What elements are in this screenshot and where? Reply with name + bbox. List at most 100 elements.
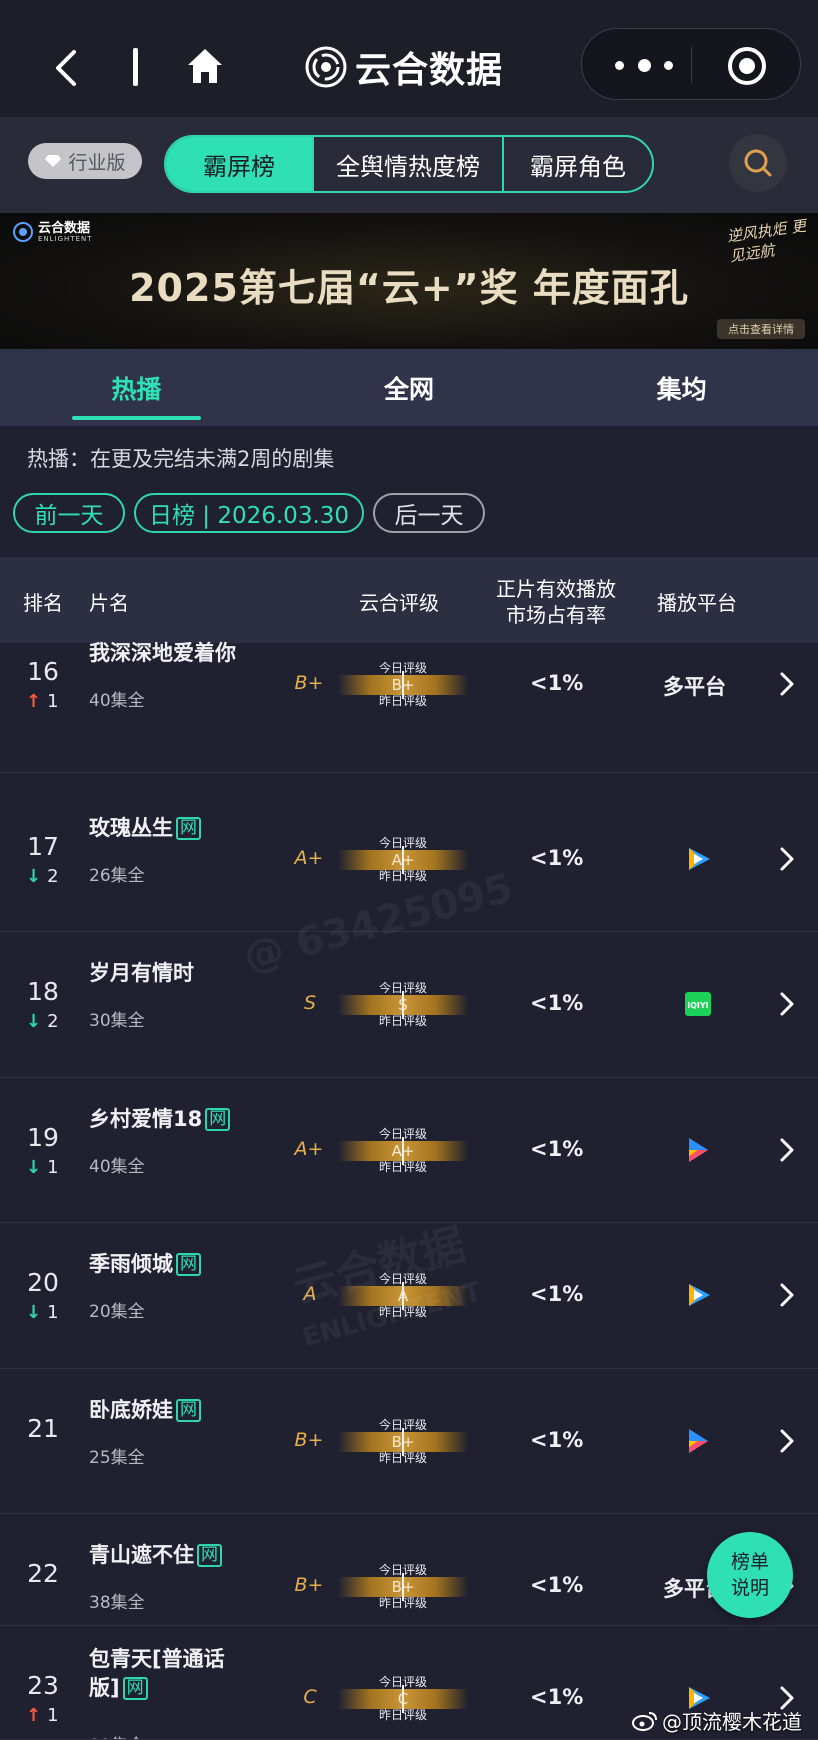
rank-change: ↑ 1 bbox=[26, 1705, 59, 1726]
segment-public-opinion-ranking[interactable]: 全舆情热度榜 bbox=[314, 137, 504, 191]
table-row[interactable]: 22 青山遮不住网 38集全 B+ 今日评级 B+ 昨日评级 <1% 多平台 bbox=[0, 1514, 818, 1626]
drama-title[interactable]: 季雨倾城网 bbox=[89, 1250, 201, 1279]
drama-title[interactable]: 岁月有情时 bbox=[89, 959, 194, 988]
filter-row: 行业版 霸屏榜 全舆情热度榜 霸屏角色 bbox=[0, 117, 818, 213]
episode-count: 20集全 bbox=[89, 1302, 145, 1322]
rank-change-value: 1 bbox=[47, 1302, 59, 1323]
app-title: 云合数据 bbox=[305, 40, 503, 94]
prev-day-button[interactable]: 前一天 bbox=[13, 493, 125, 533]
network-drama-badge: 网 bbox=[176, 1399, 201, 1422]
market-share: <1% bbox=[530, 1282, 584, 1306]
market-share: <1% bbox=[530, 1573, 584, 1597]
table-row[interactable]: 21 卧底娇娃网 25集全 B+ 今日评级 B+ 昨日评级 <1% bbox=[0, 1369, 818, 1514]
youku-icon bbox=[683, 1136, 713, 1164]
table-header: 排名 片名 云合评级 正片有效播放 市场占有率 播放平台 bbox=[0, 557, 818, 643]
episode-count: 38集全 bbox=[89, 1593, 145, 1613]
drama-title-text-line2: 版] bbox=[89, 1676, 120, 1700]
rank-change: ↑ 1 bbox=[26, 691, 59, 712]
drama-title-text: 我深深地爱着你 bbox=[89, 641, 236, 665]
network-drama-badge: 网 bbox=[176, 817, 201, 840]
rank-change-value: 1 bbox=[47, 1157, 59, 1178]
segment-dominance-roles[interactable]: 霸屏角色 bbox=[504, 137, 652, 191]
chevron-right-icon[interactable] bbox=[779, 1137, 795, 1163]
back-icon[interactable] bbox=[52, 48, 82, 88]
table-row[interactable]: 20 ↓ 1 季雨倾城网 20集全 A 今日评级 A 昨日评级 <1% bbox=[0, 1223, 818, 1369]
credit-text: @顶流樱木花道 bbox=[662, 1710, 802, 1734]
drama-title[interactable]: 包青天[普通话 版] 网 bbox=[89, 1645, 225, 1703]
drama-title-text: 季雨倾城 bbox=[89, 1252, 173, 1276]
chevron-right-icon[interactable] bbox=[779, 671, 795, 697]
arrow-down-icon: ↓ bbox=[26, 1302, 42, 1323]
home-icon[interactable] bbox=[185, 46, 225, 86]
tab-all-network[interactable]: 全网 bbox=[273, 349, 546, 426]
tab-per-episode[interactable]: 集均 bbox=[545, 349, 818, 426]
tab-hot-broadcast[interactable]: 热播 bbox=[0, 349, 273, 426]
drama-title[interactable]: 卧底娇娃网 bbox=[89, 1396, 201, 1425]
market-share: <1% bbox=[530, 1137, 584, 1161]
yesterday-rating-label: 昨日评级 bbox=[378, 1451, 427, 1465]
rank-change: ↓ 2 bbox=[26, 1011, 59, 1032]
ranking-explanation-button[interactable]: 榜单 说明 bbox=[707, 1532, 793, 1618]
diamond-icon bbox=[45, 155, 62, 167]
date-selector[interactable]: 日榜 | 2026.03.30 bbox=[134, 493, 364, 533]
close-mini-program-icon[interactable] bbox=[727, 46, 767, 86]
previous-grade: B+ bbox=[294, 672, 324, 694]
iqiyi-icon: iQIYI bbox=[683, 990, 713, 1018]
segment-dominance-ranking[interactable]: 霸屏榜 bbox=[166, 137, 314, 191]
rating-indicator: 今日评级 A 昨日评级 bbox=[338, 1270, 468, 1320]
previous-grade: B+ bbox=[294, 1429, 324, 1451]
tencent-video-icon bbox=[683, 1281, 713, 1309]
rank-change-value: 2 bbox=[47, 866, 59, 887]
chevron-right-icon[interactable] bbox=[779, 1428, 795, 1454]
search-button[interactable] bbox=[729, 134, 787, 192]
market-share: <1% bbox=[530, 1428, 584, 1452]
chevron-right-icon[interactable] bbox=[779, 846, 795, 872]
table-row[interactable]: 18 ↓ 2 岁月有情时 30集全 S 今日评级 S 昨日评级 <1% iQIYI bbox=[0, 932, 818, 1078]
drama-title[interactable]: 我深深地爱着你 bbox=[89, 639, 236, 668]
next-day-button[interactable]: 后一天 bbox=[373, 493, 485, 533]
banner-brand-name: 云合数据 bbox=[38, 220, 91, 236]
header-share-line1: 正片有效播放 bbox=[496, 577, 616, 601]
episode-count: 80集全 bbox=[89, 1731, 145, 1740]
table-row[interactable]: 17 ↓ 2 玫瑰丛生网 26集全 A+ 今日评级 A+ 昨日评级 <1% bbox=[0, 787, 818, 932]
yunhe-logo-icon bbox=[13, 222, 33, 242]
table-row[interactable]: 19 ↓ 1 乡村爱情18 网 40集全 A+ 今日评级 A+ 昨日评级 <1% bbox=[0, 1078, 818, 1223]
previous-grade: S bbox=[303, 992, 317, 1014]
header-name: 片名 bbox=[89, 591, 129, 615]
svg-text:iQIYI: iQIYI bbox=[687, 1001, 708, 1010]
previous-grade: C bbox=[303, 1686, 317, 1708]
nav-separator bbox=[133, 48, 138, 86]
rank-number: 18 bbox=[27, 977, 59, 1006]
rank-number: 19 bbox=[27, 1123, 59, 1152]
episode-count: 30集全 bbox=[89, 1011, 145, 1031]
rank-number: 22 bbox=[27, 1559, 59, 1588]
industry-edition-label: 行业版 bbox=[68, 151, 126, 174]
drama-title[interactable]: 青山遮不住网 bbox=[89, 1541, 222, 1570]
table-row[interactable]: 16 ↑ 1 我深深地爱着你 40集全 B+ 今日评级 B+ 昨日评级 <1% 多平… bbox=[0, 641, 818, 773]
yesterday-rating-label: 昨日评级 bbox=[378, 1014, 427, 1028]
rating-indicator: 今日评级 A+ 昨日评级 bbox=[338, 1125, 468, 1175]
chevron-right-icon[interactable] bbox=[779, 991, 795, 1017]
drama-title[interactable]: 乡村爱情18 网 bbox=[89, 1105, 231, 1134]
capsule-divider bbox=[691, 47, 692, 83]
banner-detail-button[interactable]: 点击查看详情 bbox=[717, 319, 805, 339]
chevron-right-icon[interactable] bbox=[779, 1282, 795, 1308]
more-icon[interactable] bbox=[615, 53, 673, 77]
award-banner[interactable]: 云合数据 ENLIGHTENT 2025第七届“云+”奖 年度面孔 逆风执炬 更… bbox=[0, 213, 818, 349]
yunhe-logo-icon bbox=[305, 46, 347, 88]
weibo-icon bbox=[632, 1711, 657, 1731]
market-share: <1% bbox=[530, 991, 584, 1015]
search-icon bbox=[744, 149, 772, 177]
drama-title-text: 卧底娇娃 bbox=[89, 1398, 173, 1422]
rank-change-value: 1 bbox=[47, 691, 59, 712]
yesterday-rating-label: 昨日评级 bbox=[378, 694, 427, 708]
rating-indicator: 今日评级 A+ 昨日评级 bbox=[338, 834, 468, 884]
industry-edition-badge[interactable]: 行业版 bbox=[28, 143, 142, 179]
rating-indicator: 今日评级 B+ 昨日评级 bbox=[338, 1561, 468, 1611]
network-drama-badge: 网 bbox=[176, 1253, 201, 1276]
drama-title[interactable]: 玫瑰丛生网 bbox=[89, 814, 201, 843]
drama-title-text: 玫瑰丛生 bbox=[89, 816, 173, 840]
youku-icon bbox=[683, 1427, 713, 1455]
rank-number: 23 bbox=[27, 1671, 59, 1700]
previous-grade: A bbox=[303, 1283, 317, 1305]
